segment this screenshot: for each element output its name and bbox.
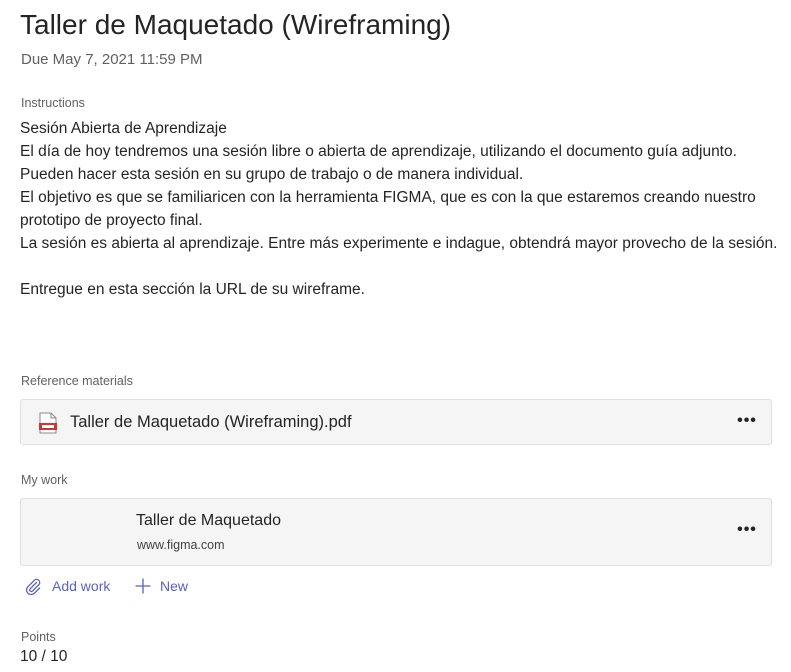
my-work-label: My work bbox=[21, 473, 68, 487]
page-title: Taller de Maquetado (Wireframing) bbox=[20, 9, 452, 40]
instructions-line: Sesión Abierta de Aprendizaje bbox=[20, 120, 227, 137]
instructions-line: La sesión es abierta al aprendizaje. Ent… bbox=[20, 235, 778, 252]
instructions-line: Entregue en esta sección la URL de su wi… bbox=[20, 281, 365, 298]
instructions-body: Sesión Abierta de Aprendizaje El día de … bbox=[20, 117, 780, 301]
reference-file-card[interactable]: Taller de Maquetado (Wireframing).pdf ••… bbox=[20, 399, 772, 445]
plus-icon bbox=[134, 577, 152, 595]
instructions-label: Instructions bbox=[21, 96, 85, 110]
reference-materials-label: Reference materials bbox=[21, 374, 133, 388]
pdf-file-icon bbox=[39, 412, 57, 434]
add-work-label: Add work bbox=[52, 578, 111, 594]
paperclip-icon bbox=[24, 577, 42, 595]
points-value: 10 / 10 bbox=[20, 648, 68, 665]
work-item-url: www.figma.com bbox=[137, 538, 225, 552]
more-options-icon[interactable]: ••• bbox=[735, 520, 759, 540]
points-label: Points bbox=[21, 630, 56, 644]
instructions-line: El objetivo es que se familiaricen con l… bbox=[20, 189, 756, 229]
instructions-line: El día de hoy tendremos una sesión libre… bbox=[20, 143, 737, 183]
due-date: Due May 7, 2021 11:59 PM bbox=[21, 51, 203, 68]
assignment-details-page: Taller de Maquetado (Wireframing) Due Ma… bbox=[0, 0, 791, 672]
more-options-icon[interactable]: ••• bbox=[735, 411, 759, 431]
reference-file-name[interactable]: Taller de Maquetado (Wireframing).pdf bbox=[70, 413, 352, 432]
new-button[interactable]: New bbox=[134, 577, 188, 595]
add-work-button[interactable]: Add work bbox=[24, 577, 110, 595]
work-item-title[interactable]: Taller de Maquetado bbox=[136, 512, 281, 530]
my-work-card[interactable]: Taller de Maquetado www.figma.com ••• bbox=[20, 498, 772, 566]
link-thumbnail bbox=[22, 500, 118, 564]
new-label: New bbox=[160, 578, 189, 594]
